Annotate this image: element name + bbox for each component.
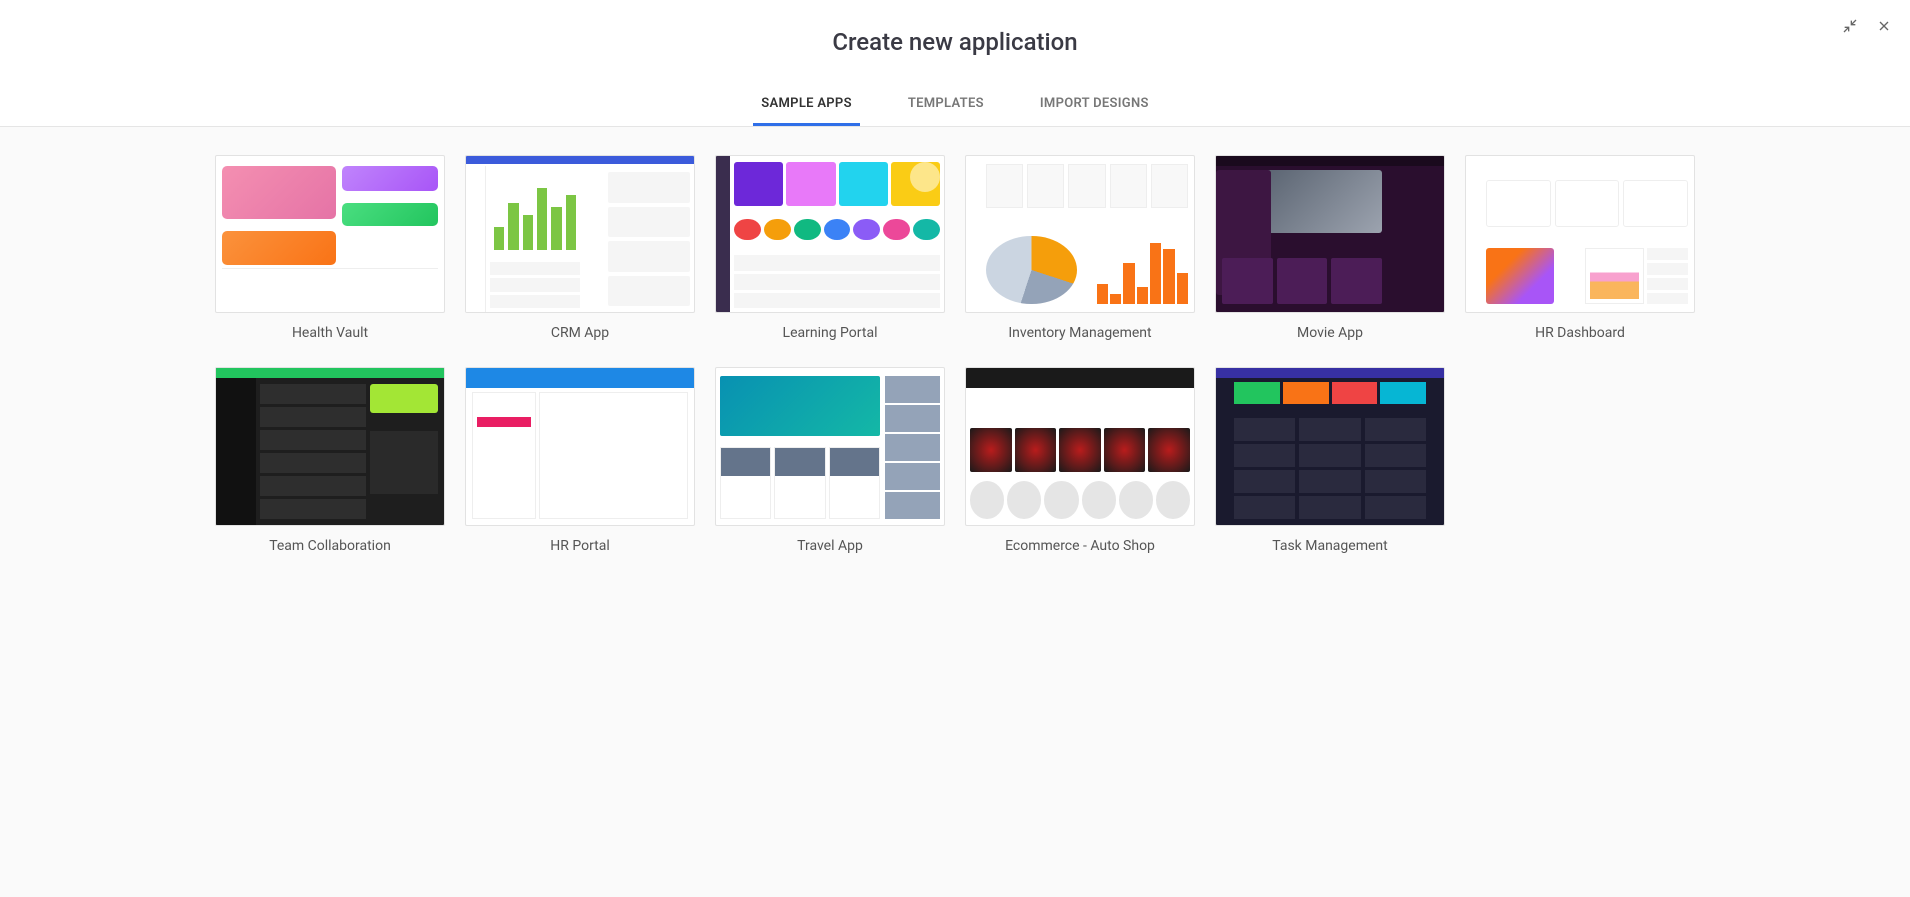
- dialog-title: Create new application: [0, 28, 1910, 56]
- app-card-learning-portal[interactable]: Learning Portal: [715, 155, 945, 341]
- app-thumbnail: [1465, 155, 1695, 313]
- dialog-header: Create new application: [0, 0, 1910, 56]
- app-thumbnail: [715, 155, 945, 313]
- dialog-controls: [1842, 18, 1892, 34]
- app-thumbnail: [1215, 367, 1445, 525]
- app-card-task-mgmt[interactable]: Task Management: [1215, 367, 1445, 553]
- tab-bar: SAMPLE APPS TEMPLATES IMPORT DESIGNS: [0, 84, 1910, 127]
- app-thumbnail: [465, 367, 695, 525]
- app-card-inventory[interactable]: Inventory Management: [965, 155, 1195, 341]
- app-label: Travel App: [715, 538, 945, 554]
- app-label: Health Vault: [215, 325, 445, 341]
- app-grid: Health Vault CRM App: [215, 155, 1695, 554]
- app-card-travel[interactable]: Travel App: [715, 367, 945, 553]
- content-area: Health Vault CRM App: [0, 127, 1910, 897]
- minimize-icon[interactable]: [1842, 18, 1858, 34]
- app-label: CRM App: [465, 325, 695, 341]
- app-card-crm[interactable]: CRM App: [465, 155, 695, 341]
- app-thumbnail: [215, 155, 445, 313]
- app-thumbnail: [965, 367, 1195, 525]
- tab-sample-apps[interactable]: SAMPLE APPS: [753, 84, 860, 126]
- app-card-ecommerce[interactable]: Ecommerce - Auto Shop: [965, 367, 1195, 553]
- app-label: HR Portal: [465, 538, 695, 554]
- app-thumbnail: [1215, 155, 1445, 313]
- app-card-hr-portal[interactable]: HR Portal: [465, 367, 695, 553]
- close-icon[interactable]: [1876, 18, 1892, 34]
- app-label: Task Management: [1215, 538, 1445, 554]
- app-card-movie[interactable]: Movie App: [1215, 155, 1445, 341]
- app-label: Movie App: [1215, 325, 1445, 341]
- app-label: Team Collaboration: [215, 538, 445, 554]
- app-thumbnail: [465, 155, 695, 313]
- tab-import-designs[interactable]: IMPORT DESIGNS: [1032, 84, 1157, 126]
- app-thumbnail: [715, 367, 945, 525]
- app-label: HR Dashboard: [1465, 325, 1695, 341]
- app-thumbnail: [965, 155, 1195, 313]
- app-card-team-collab[interactable]: Team Collaboration: [215, 367, 445, 553]
- app-label: Learning Portal: [715, 325, 945, 341]
- tab-templates[interactable]: TEMPLATES: [900, 84, 992, 126]
- app-card-health-vault[interactable]: Health Vault: [215, 155, 445, 341]
- app-label: Ecommerce - Auto Shop: [965, 538, 1195, 554]
- app-label: Inventory Management: [965, 325, 1195, 341]
- app-card-hr-dashboard[interactable]: HR Dashboard: [1465, 155, 1695, 341]
- app-thumbnail: [215, 367, 445, 525]
